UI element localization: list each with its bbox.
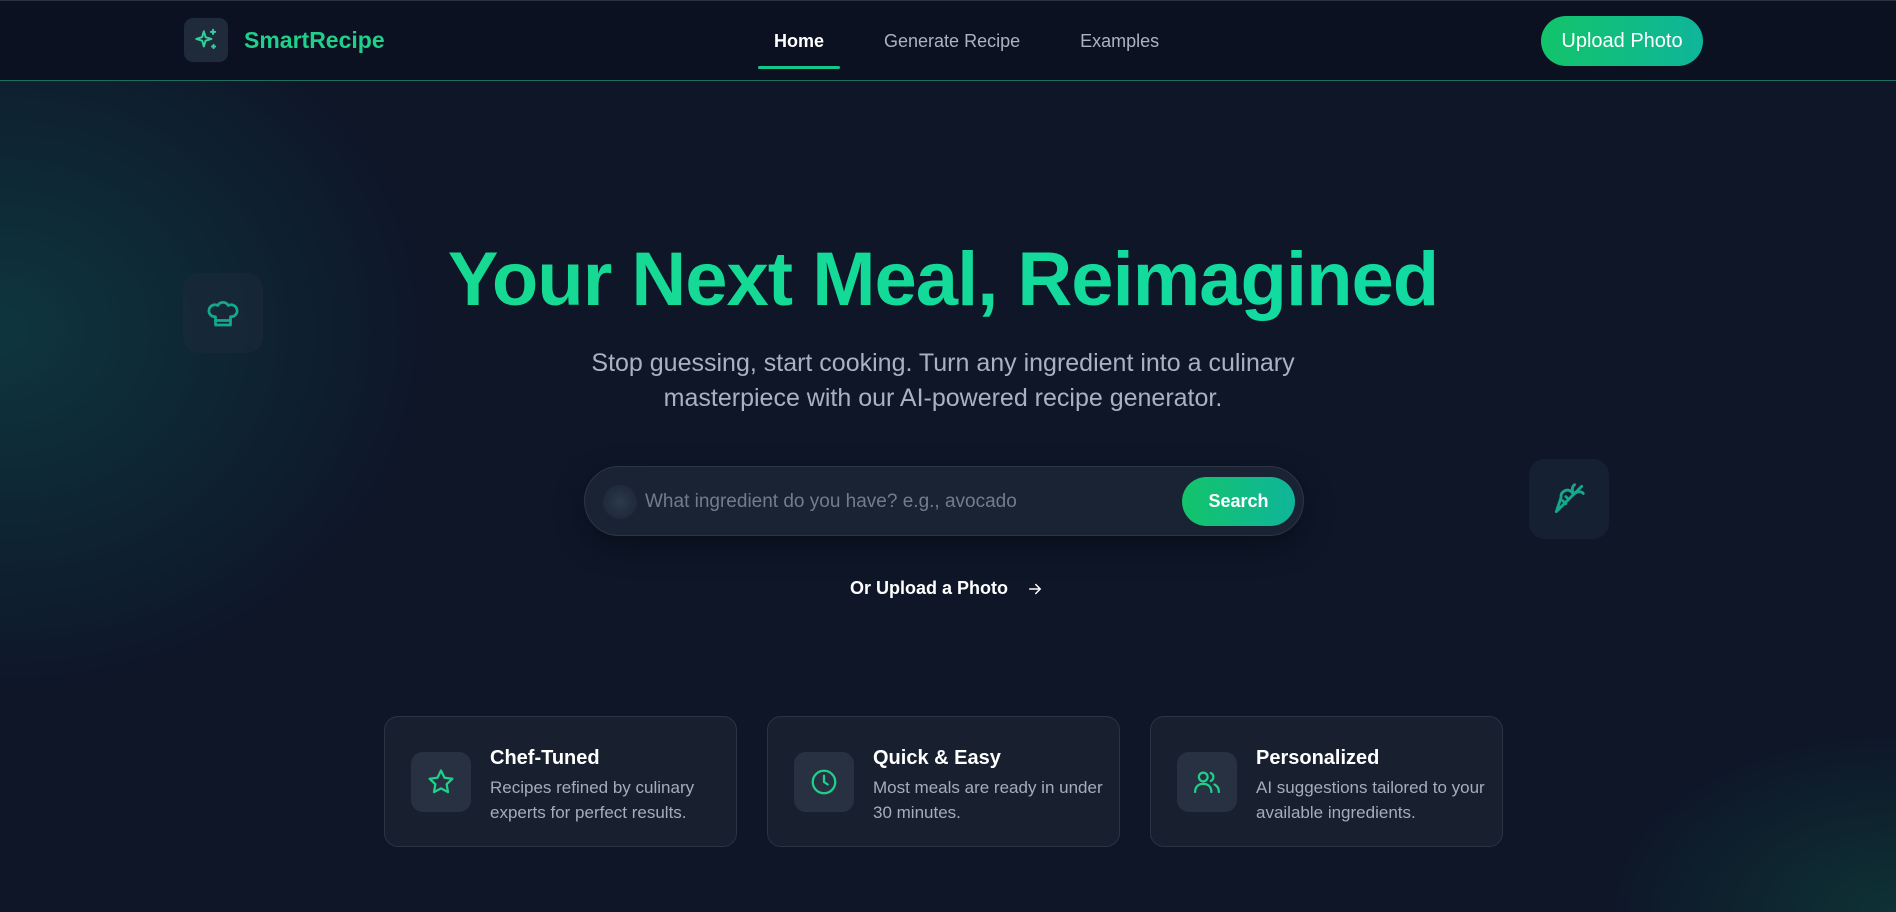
feature-title: Quick & Easy (873, 747, 1001, 769)
feature-title: Chef-Tuned (490, 747, 600, 769)
search-glow-icon (603, 485, 637, 519)
brand-logo[interactable]: SmartRecipe (184, 18, 385, 62)
users-icon (1177, 752, 1237, 812)
arrow-right-icon (1026, 580, 1044, 598)
main-nav: Home Generate Recipe Examples (758, 1, 1203, 82)
upload-photo-link-label: Or Upload a Photo (850, 578, 1009, 598)
feature-card-quick-easy: Quick & Easy Most meals are ready in und… (767, 716, 1120, 847)
upload-photo-link[interactable]: Or Upload a Photo (850, 578, 1044, 599)
ingredient-search-bar: Search (584, 466, 1304, 536)
feature-description: Most meals are ready in under 30 minutes… (873, 778, 1103, 822)
carrot-icon (1529, 459, 1609, 539)
search-button[interactable]: Search (1182, 477, 1295, 526)
feature-card-personalized: Personalized AI suggestions tailored to … (1150, 716, 1503, 847)
ingredient-search-input[interactable] (645, 479, 1145, 525)
feature-cards: Chef-Tuned Recipes refined by culinary e… (384, 716, 1533, 847)
feature-card-chef-tuned: Chef-Tuned Recipes refined by culinary e… (384, 716, 737, 847)
nav-generate-recipe[interactable]: Generate Recipe (868, 1, 1036, 82)
hero-subtitle: Stop guessing, start cooking. Turn any i… (591, 349, 1295, 412)
clock-icon (794, 752, 854, 812)
sparkles-icon (184, 18, 228, 62)
upload-photo-button[interactable]: Upload Photo (1541, 16, 1703, 66)
top-nav-bar: SmartRecipe Home Generate Recipe Example… (0, 0, 1896, 81)
brand-name: SmartRecipe (244, 26, 385, 53)
star-icon (411, 752, 471, 812)
hero-title: Your Next Meal, Reimagined (0, 236, 1886, 323)
feature-title: Personalized (1256, 747, 1380, 769)
nav-home[interactable]: Home (758, 1, 841, 82)
nav-examples[interactable]: Examples (1064, 1, 1175, 82)
feature-description: Recipes refined by culinary experts for … (490, 778, 695, 822)
feature-description: AI suggestions tailored to your availabl… (1256, 778, 1485, 822)
